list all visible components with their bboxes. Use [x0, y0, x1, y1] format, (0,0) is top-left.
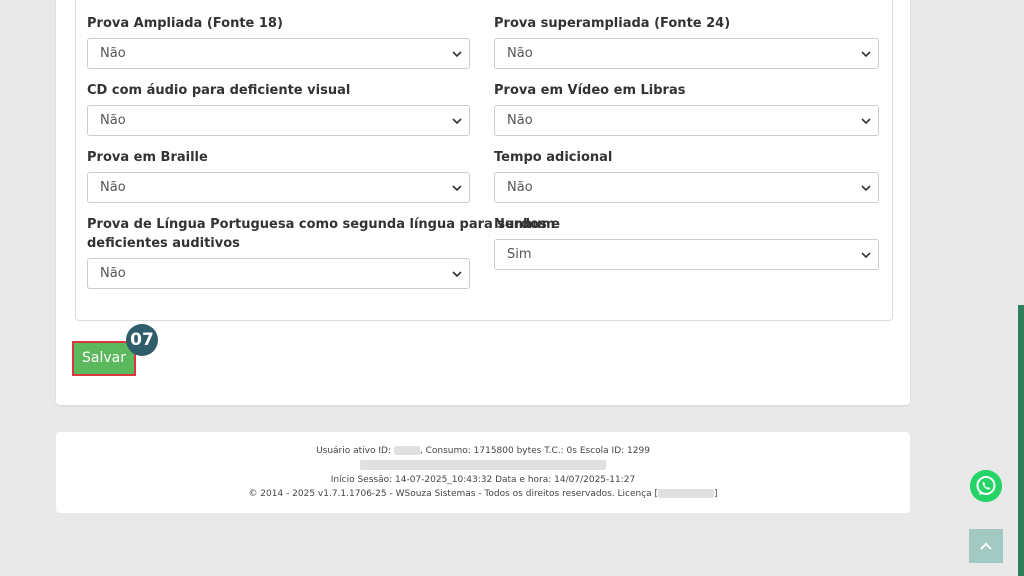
scroll-to-top-button[interactable] — [969, 529, 1003, 563]
select-value: Não — [100, 266, 126, 281]
select-tempo-adicional[interactable]: Não — [494, 172, 879, 203]
chevron-down-icon — [861, 118, 871, 125]
field-label-lingua-portuguesa: Prova de Língua Portuguesa como segunda … — [87, 217, 561, 232]
footer-consumption: , Consumo: 1715800 bytes T.C.: 0s Escola… — [419, 446, 650, 456]
page-footer: Usuário ativo ID: , Consumo: 1715800 byt… — [56, 432, 910, 513]
select-prova-superampliada[interactable]: Não — [494, 38, 879, 69]
select-lingua-portuguesa[interactable]: Não — [87, 258, 470, 289]
select-value: Sim — [507, 247, 532, 262]
whatsapp-icon — [970, 470, 1002, 502]
footer-redacted-line — [56, 460, 910, 471]
footer-session-line: Início Sessão: 14-07-2025_10:43:32 Data … — [330, 475, 636, 485]
field-label-tempo-adicional: Tempo adicional — [494, 150, 613, 165]
select-value: Não — [100, 46, 126, 61]
page-scrollbar[interactable] — [1018, 305, 1024, 576]
chevron-down-icon — [452, 118, 462, 125]
field-label-cd-audio: CD com áudio para deficiente visual — [87, 83, 351, 98]
footer-user-line: Usuário ativo ID: , Consumo: 1715800 byt… — [56, 446, 910, 456]
chevron-down-icon — [452, 185, 462, 192]
field-label-video-libras: Prova em Vídeo em Libras — [494, 83, 686, 98]
footer-license-close: ] — [714, 489, 718, 499]
whatsapp-button[interactable] — [970, 470, 1002, 502]
chevron-down-icon — [861, 185, 871, 192]
select-value: Não — [507, 46, 533, 61]
step-badge: 07 — [126, 324, 158, 356]
redacted-block — [658, 489, 715, 498]
select-prova-ampliada[interactable]: Não — [87, 38, 470, 69]
chevron-down-icon — [861, 252, 871, 259]
chevron-down-icon — [452, 51, 462, 58]
select-value: Não — [100, 180, 126, 195]
redacted-block — [360, 460, 606, 470]
field-label-braille: Prova em Braille — [87, 150, 208, 165]
select-value: Não — [100, 113, 126, 128]
footer-copyright: © 2014 - 2025 v1.7.1.1706-25 - WSouza Si… — [248, 489, 659, 499]
field-label-nenhum: Nenhum — [494, 217, 556, 232]
select-value: Não — [507, 180, 533, 195]
field-label-prova-superampliada: Prova superampliada (Fonte 24) — [494, 16, 731, 31]
field-label-prova-ampliada: Prova Ampliada (Fonte 18) — [87, 16, 283, 31]
field-label-lingua-portuguesa-line2: deficientes auditivos — [87, 236, 240, 251]
select-braille[interactable]: Não — [87, 172, 470, 203]
chevron-up-icon — [980, 542, 992, 550]
chevron-down-icon — [861, 51, 871, 58]
redacted-block — [393, 446, 420, 455]
footer-user-label: Usuário ativo ID: — [316, 446, 391, 456]
select-nenhum[interactable]: Sim — [494, 239, 879, 270]
footer-copyright-line: © 2014 - 2025 v1.7.1.1706-25 - WSouza Si… — [56, 489, 910, 499]
select-value: Não — [507, 113, 533, 128]
chevron-down-icon — [452, 271, 462, 278]
select-video-libras[interactable]: Não — [494, 105, 879, 136]
select-cd-audio[interactable]: Não — [87, 105, 470, 136]
